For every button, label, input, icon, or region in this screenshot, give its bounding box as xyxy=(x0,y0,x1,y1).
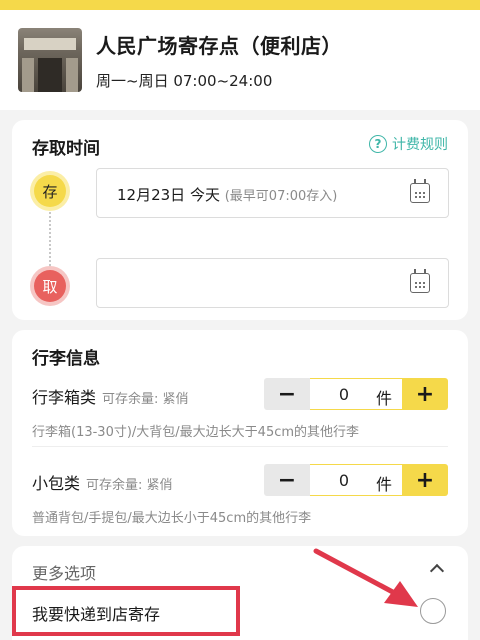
increase-button[interactable]: + xyxy=(402,378,448,410)
pickup-time-picker[interactable] xyxy=(96,258,449,308)
luggage-description: 普通背包/手提包/最大边长小于45cm的其他行李 xyxy=(32,511,312,526)
quantity-unit: 件 xyxy=(375,389,392,408)
quantity-field[interactable]: 0 件 xyxy=(310,464,402,496)
store-photo-sign xyxy=(24,38,76,50)
store-photo-door xyxy=(38,58,62,92)
time-card: 存取时间 ? 计费规则 存 取 12月23日 今天 (最早可07:00存入) xyxy=(12,120,468,320)
luggage-description: 行李箱(13-30寸)/大背包/最大边长大于45cm的其他行李 xyxy=(32,425,360,440)
time-card-title: 存取时间 xyxy=(32,139,100,159)
store-photo-shelf xyxy=(22,58,34,92)
increase-button[interactable]: + xyxy=(402,464,448,496)
pricing-rules-label: 计费规则 xyxy=(392,137,448,153)
top-accent-bar xyxy=(0,0,480,10)
express-highlight-box: 我要快递到店寄存 xyxy=(12,586,240,636)
luggage-card: 行李信息 行李箱类 可存余量: 紧俏 − 0 件 + 行李箱(13-30寸)/大背… xyxy=(12,330,468,536)
suitcase-quantity-stepper: − 0 件 + xyxy=(264,378,448,410)
calendar-icon xyxy=(410,179,430,203)
small-bag-quantity-stepper: − 0 件 + xyxy=(264,464,448,496)
luggage-type-name: 小包类 xyxy=(32,474,81,493)
timeline-connector xyxy=(49,212,51,266)
express-to-store-label: 我要快递到店寄存 xyxy=(32,605,161,624)
pickup-badge: 取 xyxy=(34,270,66,302)
calendar-icon xyxy=(410,269,430,293)
store-time-text: 12月23日 今天 (最早可07:00存入) xyxy=(117,184,337,205)
luggage-type-name: 行李箱类 xyxy=(32,388,97,407)
quantity-field[interactable]: 0 件 xyxy=(310,378,402,410)
store-hours: 周一~周日 07:00~24:00 xyxy=(96,72,273,90)
luggage-card-title: 行李信息 xyxy=(32,349,100,369)
store-name: 人民广场寄存点（便利店） xyxy=(96,34,342,58)
chevron-up-icon[interactable] xyxy=(429,563,445,579)
luggage-type-suitcase: 行李箱类 可存余量: 紧俏 xyxy=(32,384,189,408)
question-circle-icon: ? xyxy=(369,135,387,153)
decrease-button[interactable]: − xyxy=(264,378,310,410)
luggage-type-small-bag: 小包类 可存余量: 紧俏 xyxy=(32,470,173,494)
pricing-rules-link[interactable]: ? 计费规则 xyxy=(369,134,448,154)
quantity-value: 0 xyxy=(338,471,350,490)
luggage-remaining: 可存余量: 紧俏 xyxy=(86,478,173,493)
quantity-value: 0 xyxy=(338,385,350,404)
store-time-hint: (最早可07:00存入) xyxy=(224,189,338,204)
store-time-value: 12月23日 今天 xyxy=(117,186,220,204)
store-photo[interactable] xyxy=(18,28,82,92)
annotation-arrow-icon xyxy=(313,548,418,607)
store-time-picker[interactable]: 12月23日 今天 (最早可07:00存入) xyxy=(96,168,449,218)
store-header: 人民广场寄存点（便利店） 周一~周日 07:00~24:00 xyxy=(0,10,480,110)
more-options-title: 更多选项 xyxy=(32,564,97,583)
store-photo-shelf xyxy=(66,58,78,92)
quantity-unit: 件 xyxy=(375,475,392,494)
decrease-button[interactable]: − xyxy=(264,464,310,496)
store-badge: 存 xyxy=(34,175,66,207)
divider xyxy=(32,446,448,447)
luggage-remaining: 可存余量: 紧俏 xyxy=(102,392,189,407)
